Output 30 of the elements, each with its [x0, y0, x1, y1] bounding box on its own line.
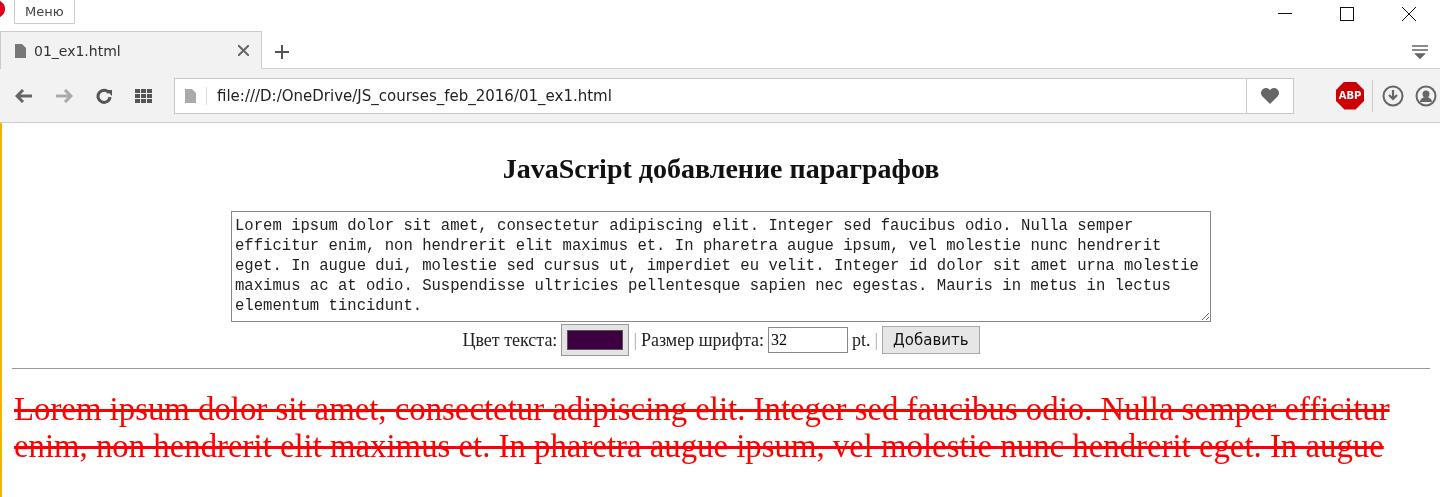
plus-icon — [275, 45, 289, 59]
forward-arrow-icon — [55, 88, 73, 103]
font-size-label: Размер шрифта: — [641, 329, 764, 351]
menu-icon — [1412, 44, 1428, 60]
download-icon — [1381, 84, 1404, 107]
grid-icon — [135, 88, 153, 103]
reload-icon — [96, 87, 112, 104]
browser-tab[interactable]: 01_ex1.html — [0, 31, 262, 69]
font-size-field[interactable]: 32 — [767, 327, 848, 353]
maximize-icon — [1340, 7, 1354, 21]
address-bar[interactable]: file:///D:/OneDrive/JS_courses_feb_2016/01_ex1.html — [174, 77, 1294, 114]
adblock-button[interactable]: ABP — [1336, 81, 1364, 110]
close-icon[interactable] — [238, 45, 249, 56]
color-picker[interactable] — [561, 324, 630, 356]
minimize-icon — [1278, 13, 1292, 15]
page-heading: JavaScript добавление параграфов — [501, 153, 941, 185]
add-button[interactable]: Добавить — [882, 326, 980, 354]
heart-icon — [1260, 86, 1280, 105]
paragraph: Lorem ipsum dolor sit amet, consectetur adipiscing elit. Integer sed faucibus odio. Nulla semper efficitur enim, non hendrerit elit maximus et. In pharetra augue ipsum, vel molestie nunc hendrerit eget. In augue — [14, 391, 1391, 465]
back-arrow-icon — [15, 88, 33, 103]
separator: | — [874, 329, 879, 351]
close-icon — [1402, 7, 1416, 21]
text-input-area[interactable]: Lorem ipsum dolor sit amet, consectetur adipiscing elit. Integer sed faucibus odio. Nulla semper efficitur enim, non hendrerit elit maximus et. In pharetra augue ipsum, vel molestie nunc hendrerit eget. In augue dui, molestie sed cursus ut, imperdiet eu velit. Integer id dolor sit amet urna molestie maximus ac at odio. Suspendisse ultricies pellentesque sapien nec egestas. Mauris in metus in lectus elementum tincidunt. — [231, 211, 1211, 322]
unit-label: pt. — [851, 329, 871, 351]
file-icon — [15, 43, 26, 58]
separator: | — [633, 329, 637, 351]
file-icon — [185, 88, 196, 103]
menu-button[interactable]: Меню — [14, 0, 75, 24]
color-label: Цвет текста: — [462, 329, 558, 351]
user-icon — [1415, 84, 1437, 107]
